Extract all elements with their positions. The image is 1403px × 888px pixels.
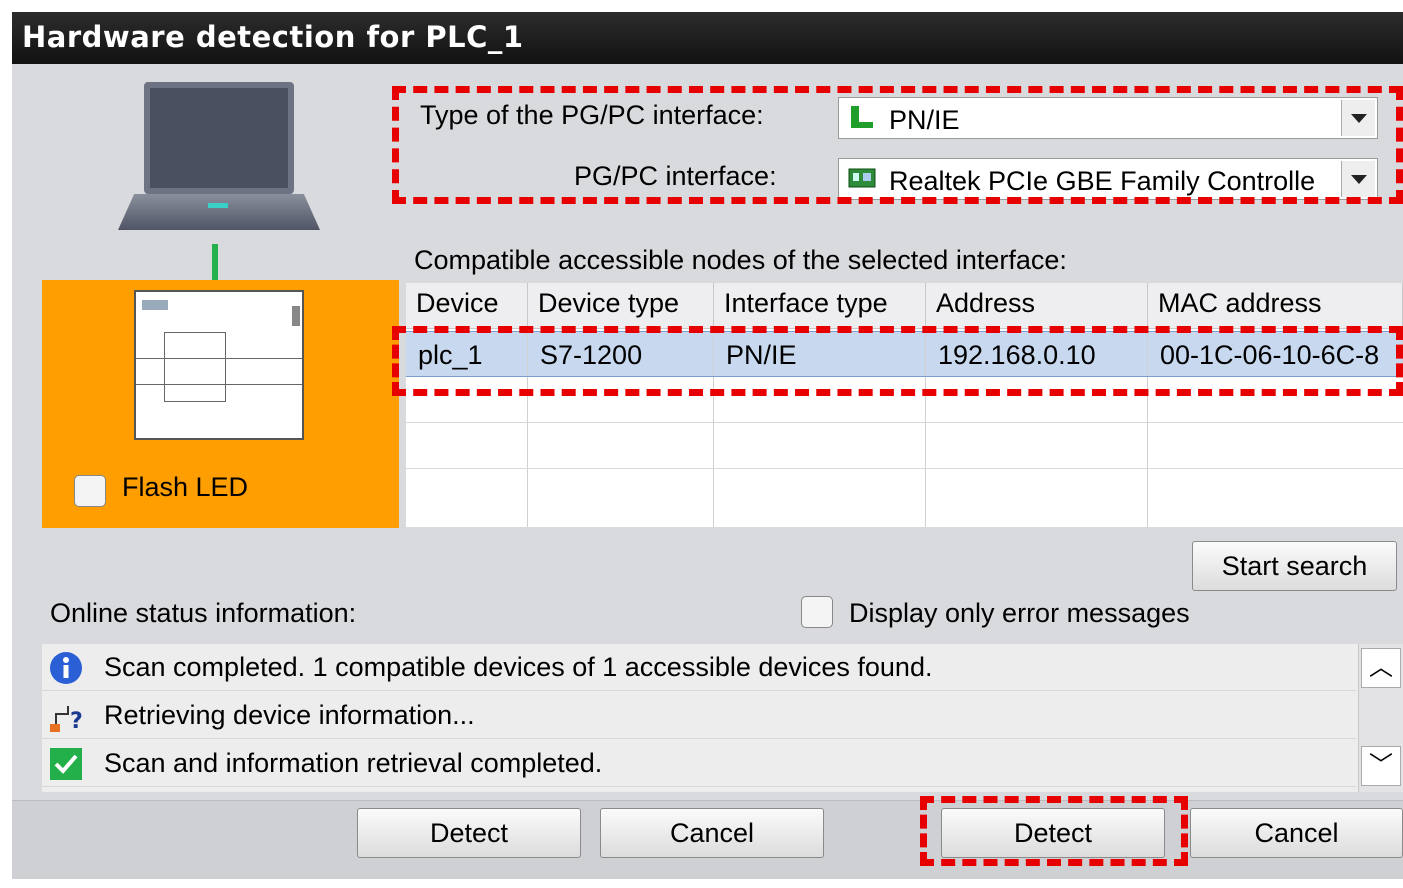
error-only-checkbox[interactable]: [801, 596, 833, 628]
cancel-button-2[interactable]: Cancel: [1190, 808, 1403, 858]
status-scrollbar[interactable]: ︿ ﹀: [1358, 644, 1403, 792]
highlight-node-box: [392, 326, 1403, 396]
chevron-up-icon[interactable]: ︿: [1361, 648, 1401, 688]
checkmark-icon: [50, 748, 82, 780]
chevron-down-icon[interactable]: ﹀: [1361, 746, 1401, 786]
pg-pc-icon: [118, 82, 320, 244]
status-message: Scan and information retrieval completed…: [104, 748, 603, 778]
window-title: Hardware detection for PLC_1: [22, 20, 524, 54]
column-header-device[interactable]: Device: [406, 283, 528, 329]
highlight-detect-box: [920, 796, 1188, 866]
column-header-interface-type[interactable]: Interface type: [714, 283, 926, 329]
table-row-empty: [406, 423, 1403, 469]
status-message: Retrieving device information...: [104, 700, 475, 730]
highlight-interface-box: [392, 86, 1403, 204]
list-item: Scan completed. 1 compatible devices of …: [42, 644, 1356, 691]
svg-text:?: ?: [70, 709, 83, 734]
column-header-address[interactable]: Address: [926, 283, 1148, 329]
network-query-icon: ?: [50, 706, 83, 734]
info-icon: [50, 652, 82, 684]
plc-device-icon: [134, 290, 304, 440]
table-row-empty: [406, 469, 1403, 527]
list-item: ? Retrieving device information...: [42, 692, 1356, 739]
start-search-button[interactable]: Start search: [1192, 541, 1397, 591]
title-bar: Hardware detection for PLC_1: [12, 12, 1403, 64]
nodes-table: Device Device type Interface type Addres…: [406, 283, 1403, 527]
online-status-label: Online status information:: [50, 598, 357, 628]
column-header-mac-address[interactable]: MAC address: [1148, 283, 1403, 329]
detect-button[interactable]: Detect: [357, 808, 581, 858]
error-only-label: Display only error messages: [849, 598, 1190, 628]
status-message: Scan completed. 1 compatible devices of …: [104, 652, 933, 682]
flash-led-checkbox[interactable]: [74, 475, 106, 507]
column-header-device-type[interactable]: Device type: [528, 283, 714, 329]
flash-led-label: Flash LED: [122, 472, 249, 502]
nodes-heading: Compatible accessible nodes of the selec…: [414, 245, 1067, 275]
list-item: Scan and information retrieval completed…: [42, 740, 1356, 787]
cancel-button[interactable]: Cancel: [600, 808, 824, 858]
status-list: Scan completed. 1 compatible devices of …: [42, 644, 1400, 792]
